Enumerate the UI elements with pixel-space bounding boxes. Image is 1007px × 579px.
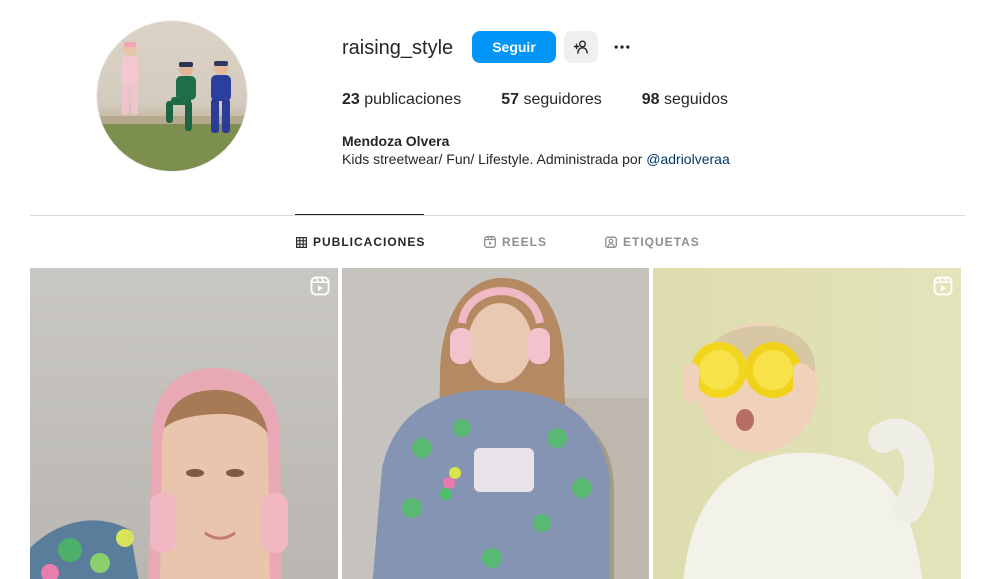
- posts-label: publicaciones: [364, 91, 462, 108]
- profile-page: raising_style Seguir 23 publicaciones 57…: [0, 0, 1007, 579]
- bio-text: Kids streetwear/ Fun/ Lifestyle. Adminis…: [342, 151, 647, 167]
- post-image-2: [342, 268, 649, 579]
- following-count: 98: [641, 91, 660, 108]
- active-tab-indicator: [295, 214, 424, 215]
- posts-count: 23: [342, 91, 360, 108]
- tab-publicaciones-label: PUBLICACIONES: [313, 235, 426, 249]
- more-horizontal-icon: [614, 45, 630, 49]
- post-image-3: [653, 268, 961, 579]
- post-item-3[interactable]: [653, 268, 961, 579]
- followers-label: seguidores: [523, 91, 602, 108]
- tab-reels[interactable]: REELS: [484, 234, 547, 250]
- profile-username: raising_style: [342, 37, 454, 59]
- following-label: seguidos: [663, 91, 729, 108]
- grid-icon: [296, 236, 307, 248]
- tabs-divider: [30, 215, 965, 216]
- followers-count: 57: [501, 91, 519, 108]
- post-item-2[interactable]: [342, 268, 649, 579]
- tab-etiquetas[interactable]: ETIQUETAS: [605, 234, 700, 250]
- profile-bio: Kids streetwear/ Fun/ Lifestyle. Adminis…: [342, 150, 730, 168]
- following-stat[interactable]: 98 seguidos: [642, 90, 728, 110]
- reels-icon: [484, 236, 496, 248]
- tab-reels-label: REELS: [502, 235, 548, 249]
- profile-stats: 23 publicaciones 57 seguidores 98 seguid…: [342, 90, 768, 110]
- tab-etiquetas-label: ETIQUETAS: [623, 235, 700, 249]
- tag-icon: [605, 236, 617, 248]
- post-item-1[interactable]: [30, 268, 338, 579]
- profile-full-name: Mendoza Olvera: [342, 133, 450, 149]
- profile-avatar[interactable]: [97, 21, 247, 171]
- posts-stat: 23 publicaciones: [342, 90, 461, 110]
- avatar-photo: [97, 42, 247, 171]
- followers-stat[interactable]: 57 seguidores: [501, 90, 602, 110]
- suggested-accounts-button[interactable]: [564, 31, 598, 63]
- more-options-button[interactable]: [608, 31, 636, 63]
- reel-badge-icon: [310, 276, 330, 301]
- reel-badge-icon: [933, 276, 953, 301]
- follow-button[interactable]: Seguir: [472, 31, 556, 63]
- bio-mention-link[interactable]: @adriolveraa: [646, 151, 729, 167]
- add-user-icon: [573, 40, 588, 54]
- tab-publicaciones[interactable]: PUBLICACIONES: [296, 234, 425, 250]
- post-image-1: [30, 268, 338, 579]
